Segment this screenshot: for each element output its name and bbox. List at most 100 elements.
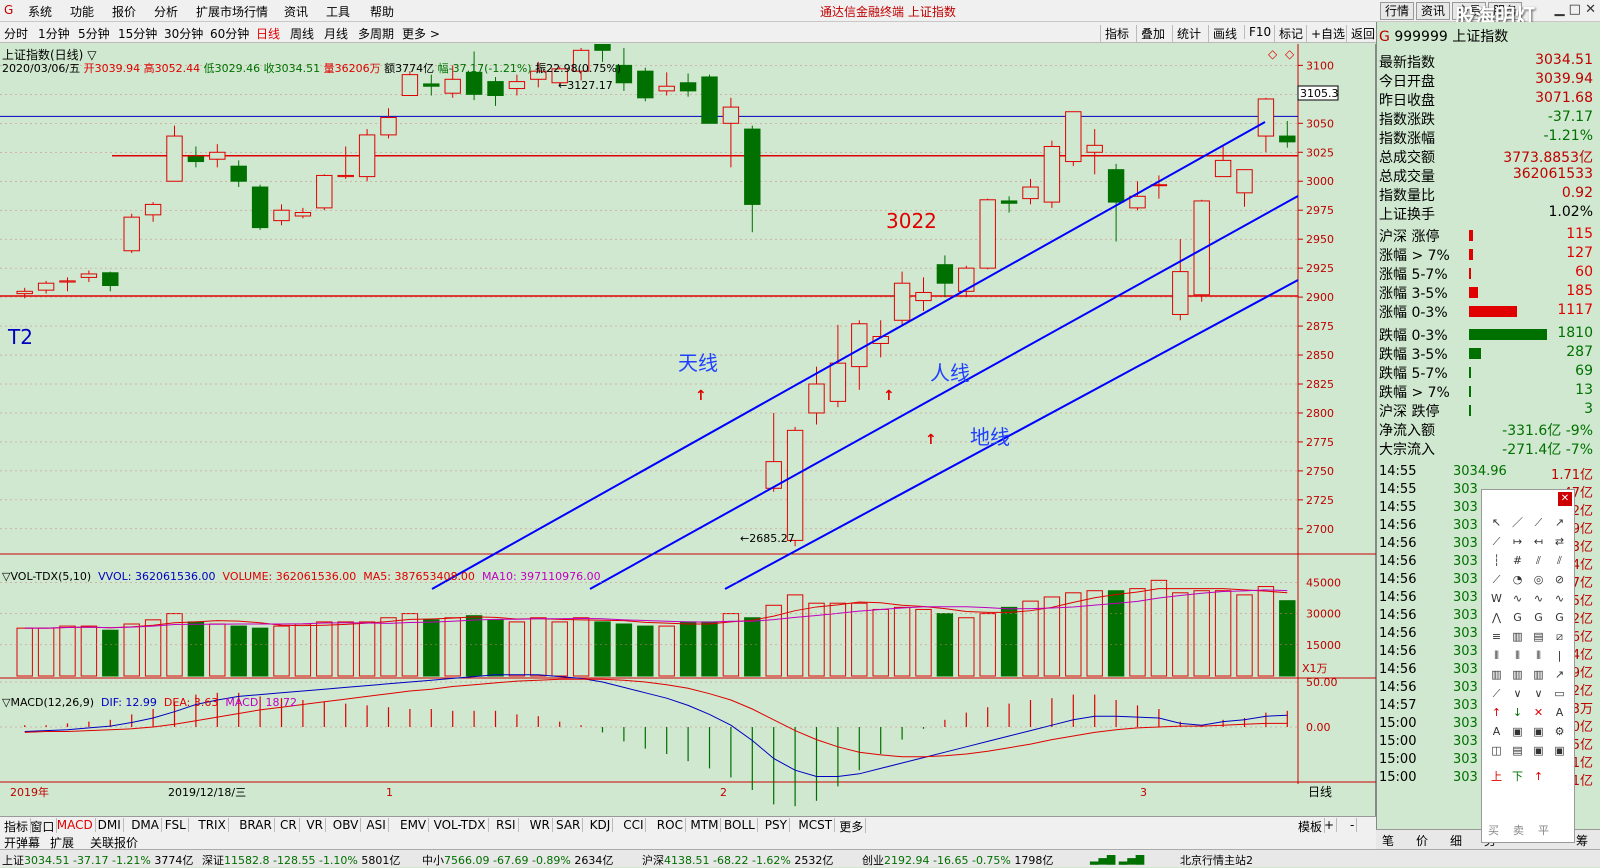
status-index-0[interactable]: 上证3034.51 -37.17 -1.21% 3774亿 [2, 852, 193, 868]
period-weekly[interactable]: 周线 [290, 25, 314, 42]
drawing-tool-icon[interactable]: ∿ [1507, 592, 1528, 610]
drawing-tool-icon[interactable]: G [1507, 611, 1528, 629]
drawing-tool-icon[interactable]: 下 [1507, 768, 1528, 786]
indicator-tab-13[interactable]: VOL-TDX [432, 818, 489, 832]
indicator-tab-19[interactable]: ROC [655, 818, 686, 832]
menu-item-function[interactable]: 功能 [70, 3, 94, 20]
drawing-tool-icon[interactable]: ↖ [1486, 516, 1507, 534]
drawing-tool-icon[interactable]: ⊘ [1549, 573, 1570, 591]
drawing-tool-icon[interactable]: ⇄ [1549, 535, 1570, 553]
toolbar-mark[interactable]: 标记 [1274, 25, 1303, 42]
drawing-tool-icon[interactable]: ↑ [1528, 770, 1549, 788]
drawing-tool-icon[interactable]: A [1549, 706, 1570, 724]
buy-button[interactable]: 买 [1488, 824, 1499, 837]
close-icon[interactable]: ✕ [1585, 2, 1596, 17]
indicator-tab-17[interactable]: KDJ [588, 818, 614, 832]
indicator-tab-2[interactable]: MACD [55, 818, 96, 832]
drawing-tool-icon[interactable]: ⦀ [1507, 649, 1528, 667]
drawing-tool-icon[interactable]: ▣ [1528, 744, 1549, 762]
toolbar-statistics[interactable]: 统计 [1172, 25, 1201, 42]
indicator-tab-10[interactable]: OBV [331, 818, 362, 832]
period-1min[interactable]: 1分钟 [38, 25, 70, 42]
indicator-tab-8[interactable]: CR [278, 818, 300, 832]
period-30min[interactable]: 30分钟 [164, 25, 203, 42]
toolbar-back[interactable]: 返回 [1346, 25, 1375, 42]
indicator-tab-12[interactable]: EMV [398, 818, 430, 832]
drawing-tool-icon[interactable]: ⚙ [1549, 725, 1570, 743]
drawing-tool-icon[interactable]: G [1528, 611, 1549, 629]
drawing-tool-icon[interactable]: ↓ [1507, 706, 1528, 724]
tab-bi[interactable]: 笔 [1382, 832, 1394, 849]
toolbar-f10[interactable]: F10 [1244, 25, 1271, 39]
indicator-tab-23[interactable]: MCST [796, 818, 836, 832]
drawing-tool-icon[interactable]: ▥ [1507, 630, 1528, 648]
template-control-1[interactable]: + [1322, 818, 1338, 832]
period-5min[interactable]: 5分钟 [78, 25, 110, 42]
drawing-tool-icon[interactable]: ≡ [1486, 630, 1507, 648]
drawing-tool-icon[interactable]: ▣ [1507, 725, 1528, 743]
indicator-tab-22[interactable]: PSY [763, 818, 790, 832]
drawing-tool-icon[interactable]: ▣ [1528, 725, 1549, 743]
tab-news[interactable]: 资讯 [1416, 2, 1451, 20]
drawing-tool-icon[interactable]: ∨ [1528, 687, 1549, 705]
menu-item-system[interactable]: 系统 [28, 3, 52, 20]
drawing-tool-icon[interactable]: ▣ [1549, 744, 1570, 762]
drawing-tool-icon[interactable]: ┆ [1486, 554, 1507, 572]
indicator-tab-14[interactable]: RSI [494, 818, 519, 832]
close-icon[interactable]: ✕ [1558, 492, 1572, 506]
drawing-tool-icon[interactable]: ▤ [1507, 744, 1528, 762]
drawing-tool-icon[interactable]: ⦀ [1528, 649, 1549, 667]
template-control-2[interactable]: - [1348, 818, 1358, 832]
drawing-tool-icon[interactable]: ⟋ [1486, 573, 1507, 591]
period-15min[interactable]: 15分钟 [118, 25, 157, 42]
period-daily[interactable]: 日线 [256, 25, 280, 42]
drawing-tool-icon[interactable]: ▥ [1486, 668, 1507, 686]
drawing-tool-icon[interactable]: ▥ [1507, 668, 1528, 686]
menu-item-help[interactable]: 帮助 [370, 3, 394, 20]
indicator-tab-18[interactable]: CCI [621, 818, 647, 832]
drawing-tool-icon[interactable]: ⧄ [1549, 630, 1570, 648]
drawing-tool-icon[interactable]: ▭ [1549, 687, 1570, 705]
drawing-tool-icon[interactable]: ∨ [1507, 687, 1528, 705]
indicator-tab-3[interactable]: DMI [96, 818, 124, 832]
minimize-icon[interactable]: ▁ [1555, 2, 1565, 17]
drawing-tool-icon[interactable]: ◎ [1528, 573, 1549, 591]
drawing-tool-icon[interactable]: ∿ [1528, 592, 1549, 610]
indicator-tab-5[interactable]: FSL [163, 818, 189, 832]
drawing-tool-icon[interactable]: ↗ [1549, 516, 1570, 534]
indicator-tab-15[interactable]: WR [528, 818, 553, 832]
drawing-tool-icon[interactable]: ✕ [1528, 706, 1549, 724]
drawing-tool-icon[interactable]: ⟋ [1486, 687, 1507, 705]
indicator-tab-21[interactable]: BOLL [722, 818, 758, 832]
menu-item-quote[interactable]: 报价 [112, 3, 136, 20]
drawing-tool-icon[interactable]: # [1507, 554, 1528, 572]
drawing-tool-icon[interactable]: ▥ [1528, 668, 1549, 686]
period-60min[interactable]: 60分钟 [210, 25, 249, 42]
drawing-tool-icon[interactable]: ⟋ [1486, 535, 1507, 553]
drawing-tool-icon[interactable]: ⫴ [1486, 649, 1507, 667]
drawing-tool-icon[interactable]: | [1549, 649, 1570, 667]
status-index-3[interactable]: 沪深4138.51 -68.22 -1.62% 2532亿 [642, 852, 833, 868]
period-timeshare[interactable]: 分时 [4, 25, 28, 42]
status-index-4[interactable]: 创业2192.94 -16.65 -0.75% 1798亿 [862, 852, 1053, 868]
status-index-1[interactable]: 深证11582.8 -128.55 -1.10% 5801亿 [202, 852, 400, 868]
drawing-tool-icon[interactable]: ⫽ [1528, 554, 1549, 572]
menu-item-news[interactable]: 资讯 [284, 3, 308, 20]
menu-item-analysis[interactable]: 分析 [154, 3, 178, 20]
toolbar-add-favorite[interactable]: +自选 [1306, 25, 1345, 42]
drawing-tool-icon[interactable]: ▤ [1528, 630, 1549, 648]
indicator-tab-6[interactable]: TRIX [196, 818, 229, 832]
drawing-tool-icon[interactable]: ∿ [1549, 592, 1570, 610]
drawing-tool-icon[interactable]: ◫ [1486, 744, 1507, 762]
drawing-tool-icon[interactable]: ⫽ [1549, 554, 1570, 572]
tab-market[interactable]: 行情 [1380, 2, 1415, 20]
drawing-tool-icon[interactable]: ↤ [1528, 535, 1549, 553]
tab-price[interactable]: 价 [1416, 832, 1428, 849]
indicator-tab-9[interactable]: VR [304, 818, 326, 832]
period-multi[interactable]: 多周期 [358, 25, 394, 42]
drawing-tool-icon[interactable]: ↦ [1507, 535, 1528, 553]
drawing-tool-icon[interactable]: W [1486, 592, 1507, 610]
drawing-tool-icon[interactable]: ↗ [1549, 668, 1570, 686]
status-index-2[interactable]: 中小7566.09 -67.69 -0.89% 2634亿 [422, 852, 613, 868]
drawing-tool-icon[interactable]: ⟋ [1528, 516, 1549, 534]
